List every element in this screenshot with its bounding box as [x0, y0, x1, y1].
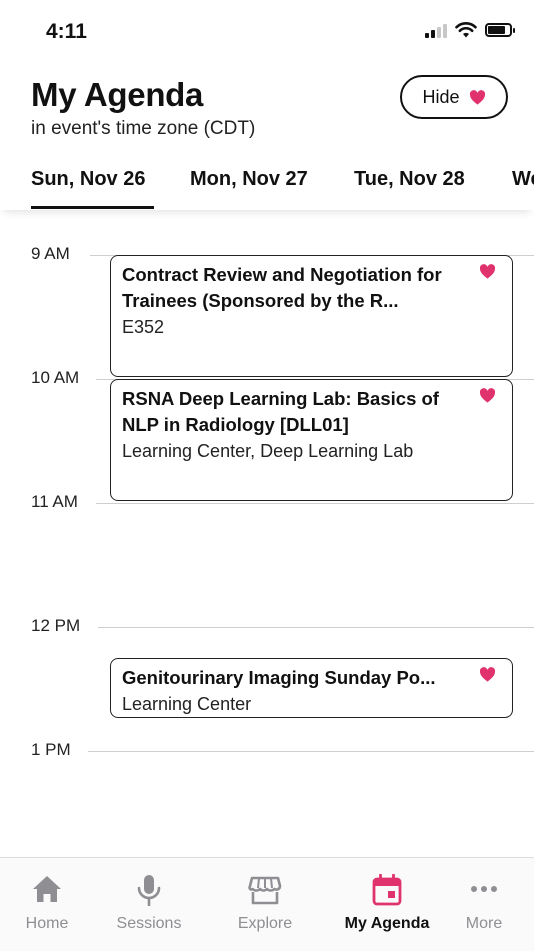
nav-label-more: More — [465, 915, 503, 932]
session-title: RSNA Deep Learning Lab: Basics of NLP in… — [122, 388, 439, 435]
tab-tue-nov-28[interactable]: Tue, Nov 28 — [354, 168, 465, 191]
hour-label-12pm: 12 PM — [31, 616, 81, 635]
status-icons — [425, 22, 515, 38]
hour-label-10am: 10 AM — [31, 368, 80, 387]
tab-mon-nov-27[interactable]: Mon, Nov 27 — [190, 168, 308, 191]
nav-home[interactable]: Home — [0, 858, 102, 951]
nav-label-explore: Explore — [237, 915, 293, 932]
hour-line — [88, 751, 534, 752]
cellular-signal-icon — [425, 22, 447, 38]
nav-more[interactable]: More — [429, 858, 534, 951]
home-icon — [33, 876, 61, 902]
nav-label-my-agenda: My Agenda — [344, 915, 430, 932]
battery-icon — [485, 23, 515, 37]
page-title: My Agenda — [31, 76, 204, 113]
timezone-caption: in event's time zone (CDT) — [31, 118, 256, 139]
bottom-tab-bar: Home Sessions Explore My Agenda More — [0, 857, 534, 951]
session-title: Genitourinary Imaging Sunday Po... — [122, 667, 436, 688]
hide-favorites-button[interactable]: Hide — [400, 75, 508, 119]
more-dots-icon — [471, 886, 497, 892]
session-location: Learning Center — [122, 694, 252, 714]
hide-button-label: Hide — [422, 86, 460, 107]
heart-icon — [469, 89, 485, 105]
tab-wed-partial[interactable]: We — [512, 168, 534, 191]
tab-sun-nov-26[interactable]: Sun, Nov 26 — [31, 168, 145, 191]
hour-line — [96, 503, 534, 504]
nav-sessions[interactable]: Sessions — [94, 858, 204, 951]
heart-icon[interactable] — [479, 667, 496, 682]
hour-label-1pm: 1 PM — [31, 740, 71, 759]
nav-my-agenda[interactable]: My Agenda — [332, 858, 442, 951]
nav-explore[interactable]: Explore — [210, 858, 320, 951]
status-time: 4:11 — [46, 20, 87, 43]
date-tabs: Sun, Nov 26 Mon, Nov 27 Tue, Nov 28 We — [0, 150, 534, 210]
hour-label-9am: 9 AM — [31, 244, 70, 263]
calendar-icon — [372, 874, 402, 906]
heart-icon[interactable] — [479, 264, 496, 279]
hour-label-11am: 11 AM — [31, 492, 78, 511]
session-location: E352 — [122, 317, 165, 337]
selected-tab-indicator — [31, 206, 154, 209]
hour-line — [98, 627, 534, 628]
session-card[interactable]: Genitourinary Imaging Sunday Po... Learn… — [110, 658, 513, 718]
nav-label-home: Home — [25, 915, 69, 932]
session-card[interactable]: RSNA Deep Learning Lab: Basics of NLP in… — [110, 379, 513, 501]
status-bar: 4:11 — [0, 0, 534, 62]
storefront-icon — [248, 876, 282, 905]
session-location: Learning Center, Deep Learning Lab — [122, 441, 414, 461]
session-card[interactable]: Contract Review and Negotiation for Trai… — [110, 255, 513, 377]
microphone-icon — [137, 875, 161, 906]
nav-label-sessions: Sessions — [116, 915, 182, 932]
heart-icon[interactable] — [479, 388, 496, 403]
session-title: Contract Review and Negotiation for Trai… — [122, 264, 442, 311]
wifi-icon — [455, 22, 477, 38]
